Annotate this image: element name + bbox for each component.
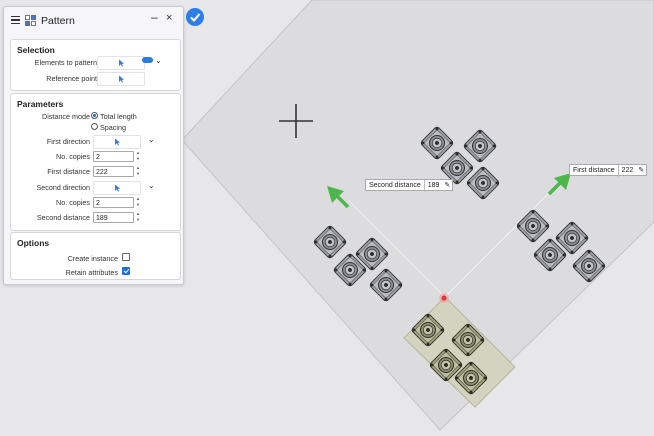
second-direction-selector[interactable] [93, 181, 141, 195]
first-direction-selector[interactable] [93, 135, 141, 149]
visibility-toggle[interactable] [142, 57, 153, 63]
second-distance-callout-value[interactable]: 189 [423, 180, 443, 192]
selection-group: Selection Elements to pattern ⌄ Referenc… [10, 39, 181, 91]
pointer-icon [115, 184, 121, 192]
pointer-icon [119, 59, 125, 67]
first-copies-stepper[interactable]: ▲ ▼ [136, 150, 141, 162]
second-distance-callout[interactable]: Second distance 189 ✎ [365, 179, 454, 192]
second-copies-input[interactable]: 2 [93, 197, 134, 208]
retain-attributes-checkbox[interactable] [122, 267, 130, 275]
second-distance-stepper[interactable]: ▲ ▼ [136, 211, 141, 223]
second-copies-label: No. copies [56, 198, 90, 207]
first-distance-callout-label: First distance [573, 167, 615, 174]
chevron-down-icon[interactable]: ⌄ [148, 181, 155, 190]
parameters-heading: Parameters [17, 99, 64, 109]
first-distance-input[interactable]: 222 [93, 166, 134, 177]
pattern-panel: Pattern – × Selection Elements to patter… [3, 6, 184, 285]
pointer-icon [115, 138, 121, 146]
elements-to-pattern-selector[interactable] [97, 56, 145, 70]
reference-point-selector[interactable] [97, 72, 145, 86]
options-group: Options Create instance Retain attribute… [10, 232, 181, 280]
reference-point-marker[interactable] [439, 293, 449, 303]
first-copies-label: No. copies [56, 152, 90, 161]
first-direction-label: First direction [46, 137, 90, 146]
minimize-button[interactable]: – [151, 10, 158, 24]
first-distance-callout[interactable]: First distance 222 ✎ [569, 164, 648, 177]
panel-title: Pattern [41, 15, 75, 27]
create-instance-label: Create instance [67, 254, 118, 263]
total-length-radio[interactable] [91, 112, 98, 119]
create-instance-checkbox[interactable] [122, 253, 130, 261]
parameters-group: Parameters Distance mode Total length Sp… [10, 93, 181, 231]
second-copies-stepper[interactable]: ▲ ▼ [136, 196, 141, 208]
reference-point-label: Reference point [46, 74, 97, 83]
pattern-feature-icon [25, 15, 36, 26]
spacing-label[interactable]: Spacing [100, 123, 126, 132]
first-distance-callout-value[interactable]: 222 [617, 165, 637, 177]
second-direction-label: Second direction [36, 183, 90, 192]
chevron-down-icon[interactable]: ⌄ [155, 56, 162, 65]
options-heading: Options [17, 238, 50, 248]
checkmark-icon [190, 13, 201, 22]
first-distance-label: First distance [47, 167, 90, 176]
ruler-icon[interactable]: ✎ [444, 180, 452, 192]
first-copies-input[interactable]: 2 [93, 151, 134, 162]
panel-titlebar: Pattern – × [4, 7, 183, 35]
distance-mode-label: Distance mode [42, 112, 90, 121]
second-distance-label: Second distance [36, 213, 90, 222]
close-button[interactable]: × [166, 12, 172, 24]
second-distance-input[interactable]: 189 [93, 212, 134, 223]
second-distance-callout-label: Second distance [369, 182, 421, 189]
elements-to-pattern-label: Elements to pattern [34, 58, 97, 67]
selection-heading: Selection [17, 45, 55, 55]
ruler-icon[interactable]: ✎ [638, 165, 646, 177]
retain-attributes-label: Retain attributes [65, 268, 118, 277]
chevron-down-icon[interactable]: ⌄ [148, 135, 155, 144]
pointer-icon [119, 75, 125, 83]
hamburger-menu-icon[interactable] [11, 16, 20, 25]
first-distance-stepper[interactable]: ▲ ▼ [136, 165, 141, 177]
total-length-label[interactable]: Total length [100, 112, 137, 121]
confirm-button[interactable] [186, 8, 204, 26]
spacing-radio[interactable] [91, 123, 98, 130]
